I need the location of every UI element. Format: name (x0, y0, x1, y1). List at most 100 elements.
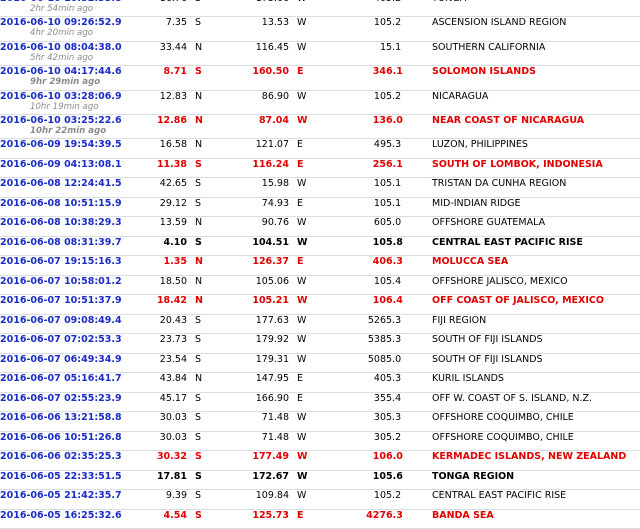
table-row[interactable]: 2016-06-09 19:54:39.5 16.58 N 121.07 E 4… (0, 139, 640, 159)
datetime-cell[interactable]: 2016-06-10 04:17:44.6 9hr 29min ago (0, 65, 131, 91)
table-row[interactable]: 2016-06-10 04:17:44.6 9hr 29min ago 8.71… (0, 65, 640, 91)
datetime-cell[interactable]: 2016-06-07 10:58:01.2 (0, 275, 131, 296)
event-datetime-link[interactable]: 2016-06-06 02:35:25.3 (0, 451, 131, 462)
table-row[interactable]: 2016-06-05 21:42:35.7 9.39 S 109.84 W 10… (0, 489, 640, 510)
table-row[interactable]: 2016-06-05 22:33:51.5 17.81 S 172.67 W 1… (0, 470, 640, 491)
magnitude-value: 5.3 (386, 314, 422, 335)
event-datetime-link[interactable]: 2016-06-05 21:42:35.7 (0, 490, 131, 501)
table-row[interactable]: 2016-06-10 09:26:52.9 4hr 20min ago 7.35… (0, 16, 640, 42)
table-row[interactable]: 2016-06-10 08:04:38.0 5hr 42min ago 33.4… (0, 41, 640, 67)
datetime-cell[interactable]: 2016-06-08 10:38:29.3 (0, 216, 131, 237)
event-datetime-link[interactable]: 2016-06-08 12:24:41.5 (0, 178, 131, 189)
event-datetime-link[interactable]: 2016-06-08 10:38:29.3 (0, 217, 131, 228)
event-datetime-link[interactable]: 2016-06-08 10:51:15.9 (0, 198, 131, 209)
depth-value: 60 (311, 216, 386, 237)
latitude-hemisphere: S (187, 412, 207, 432)
event-datetime-link[interactable]: 2016-06-09 04:13:08.1 (0, 159, 131, 170)
event-datetime-link[interactable]: 2016-06-07 19:15:16.3 (0, 256, 131, 267)
longitude-hemisphere: E (289, 158, 311, 179)
datetime-cell[interactable]: 2016-06-07 05:16:41.7 (0, 372, 131, 393)
table-row[interactable]: 2016-06-07 19:15:16.3 1.35 N 126.37 E 40… (0, 256, 640, 276)
table-row[interactable]: 2016-06-07 09:08:49.4 20.43 S 177.63 W 5… (0, 314, 640, 335)
datetime-cell[interactable]: 2016-06-08 12:24:41.5 (0, 178, 131, 198)
table-row[interactable]: 2016-06-08 08:31:39.7 4.10 S 104.51 W 10… (0, 236, 640, 257)
event-datetime-link[interactable]: 2016-06-07 07:02:53.3 (0, 334, 131, 345)
event-datetime-link[interactable]: 2016-06-06 13:21:58.8 (0, 412, 131, 423)
datetime-cell[interactable]: 2016-06-06 02:35:25.3 (0, 450, 131, 471)
event-datetime-link[interactable]: 2016-06-07 10:51:37.9 (0, 295, 131, 306)
region-name: SOUTH OF FIJI ISLANDS (422, 333, 640, 354)
table-row[interactable]: 2016-06-06 02:35:25.3 30.32 S 177.49 W 1… (0, 450, 640, 471)
region-name: TRISTAN DA CUNHA REGION (422, 178, 640, 198)
datetime-cell[interactable]: 2016-06-05 16:25:32.6 (0, 509, 131, 529)
latitude-hemisphere: S (187, 65, 207, 91)
latitude-hemisphere: S (187, 509, 207, 529)
event-datetime-link[interactable]: 2016-06-07 09:08:49.4 (0, 315, 131, 326)
datetime-cell[interactable]: 2016-06-10 10:52:35.8 2hr 54min ago (0, 0, 131, 18)
datetime-cell[interactable]: 2016-06-09 04:13:08.1 (0, 158, 131, 179)
region-name: SOUTH OF FIJI ISLANDS (422, 353, 640, 374)
event-datetime-link[interactable]: 2016-06-06 10:51:26.8 (0, 432, 131, 443)
latitude-value: 42.65 (131, 178, 187, 198)
magnitude-value: 5.4 (386, 392, 422, 413)
datetime-cell[interactable]: 2016-06-07 06:49:34.9 (0, 353, 131, 374)
table-row[interactable]: 2016-06-06 10:51:26.8 30.03 S 71.48 W 30… (0, 431, 640, 452)
datetime-cell[interactable]: 2016-06-06 10:51:26.8 (0, 431, 131, 452)
datetime-cell[interactable]: 2016-06-05 22:33:51.5 (0, 470, 131, 491)
event-datetime-link[interactable]: 2016-06-10 03:25:22.6 (0, 115, 131, 126)
latitude-value: 30.03 (131, 412, 187, 432)
event-datetime-link[interactable]: 2016-06-05 16:25:32.6 (0, 510, 131, 521)
datetime-cell[interactable]: 2016-06-07 07:02:53.3 (0, 333, 131, 354)
latitude-value: 23.73 (131, 333, 187, 354)
table-row[interactable]: 2016-06-07 06:49:34.9 23.54 S 179.31 W 5… (0, 353, 640, 374)
table-row[interactable]: 2016-06-10 03:28:06.9 10hr 19min ago 12.… (0, 90, 640, 115)
event-datetime-link[interactable]: 2016-06-08 08:31:39.7 (0, 237, 131, 248)
event-datetime-link[interactable]: 2016-06-07 05:16:41.7 (0, 373, 131, 384)
depth-value: 10 (311, 294, 386, 315)
table-row[interactable]: 2016-06-10 10:52:35.8 2hr 54min ago 16.7… (0, 0, 640, 18)
table-row[interactable]: 2016-06-07 07:02:53.3 23.73 S 179.92 W 5… (0, 333, 640, 354)
longitude-value: 71.48 (207, 431, 289, 452)
event-datetime-link[interactable]: 2016-06-07 06:49:34.9 (0, 354, 131, 365)
datetime-cell[interactable]: 2016-06-10 08:04:38.0 5hr 42min ago (0, 41, 131, 67)
longitude-hemisphere: E (289, 139, 311, 159)
datetime-cell[interactable]: 2016-06-08 10:51:15.9 (0, 197, 131, 218)
magnitude-value: 5.0 (386, 216, 422, 237)
event-datetime-link[interactable]: 2016-06-10 09:26:52.9 (0, 17, 131, 28)
event-datetime-link[interactable]: 2016-06-07 10:58:01.2 (0, 276, 131, 287)
table-row[interactable]: 2016-06-07 10:58:01.2 18.50 N 105.06 W 1… (0, 275, 640, 296)
table-row[interactable]: 2016-06-08 12:24:41.5 42.65 S 15.98 W 10… (0, 178, 640, 198)
datetime-cell[interactable]: 2016-06-09 19:54:39.5 (0, 139, 131, 159)
table-row[interactable]: 2016-06-08 10:38:29.3 13.59 N 90.76 W 60… (0, 216, 640, 237)
event-datetime-link[interactable]: 2016-06-09 19:54:39.5 (0, 139, 131, 150)
table-row[interactable]: 2016-06-05 16:25:32.6 4.54 S 125.73 E 42… (0, 509, 640, 529)
datetime-cell[interactable]: 2016-06-06 13:21:58.8 (0, 412, 131, 432)
datetime-cell[interactable]: 2016-06-07 02:55:23.9 (0, 392, 131, 413)
table-row[interactable]: 2016-06-07 05:16:41.7 43.84 N 147.95 E 4… (0, 372, 640, 393)
datetime-cell[interactable]: 2016-06-10 03:25:22.6 10hr 22min ago (0, 114, 131, 140)
table-row[interactable]: 2016-06-07 10:51:37.9 18.42 N 105.21 W 1… (0, 294, 640, 315)
table-row[interactable]: 2016-06-10 03:25:22.6 10hr 22min ago 12.… (0, 114, 640, 140)
latitude-value: 9.39 (131, 489, 187, 510)
datetime-cell[interactable]: 2016-06-10 09:26:52.9 4hr 20min ago (0, 16, 131, 42)
datetime-cell[interactable]: 2016-06-07 09:08:49.4 (0, 314, 131, 335)
event-datetime-link[interactable]: 2016-06-05 22:33:51.5 (0, 471, 131, 482)
time-ago: 5hr 42min ago (30, 52, 94, 63)
datetime-cell[interactable]: 2016-06-08 08:31:39.7 (0, 236, 131, 257)
datetime-cell[interactable]: 2016-06-05 21:42:35.7 (0, 489, 131, 510)
datetime-cell[interactable]: 2016-06-10 03:28:06.9 10hr 19min ago (0, 90, 131, 115)
latitude-value: 18.50 (131, 275, 187, 296)
latitude-value: 30.03 (131, 431, 187, 452)
longitude-hemisphere: W (289, 333, 311, 354)
event-datetime-link[interactable]: 2016-06-10 08:04:38.0 (0, 42, 131, 53)
table-row[interactable]: 2016-06-07 02:55:23.9 45.17 S 166.90 E 3… (0, 392, 640, 413)
event-datetime-link[interactable]: 2016-06-07 02:55:23.9 (0, 393, 131, 404)
event-datetime-link[interactable]: 2016-06-10 04:17:44.6 (0, 66, 131, 77)
datetime-cell[interactable]: 2016-06-07 19:15:16.3 (0, 256, 131, 276)
table-row[interactable]: 2016-06-08 10:51:15.9 29.12 S 74.93 E 10… (0, 197, 640, 218)
table-row[interactable]: 2016-06-09 04:13:08.1 11.38 S 116.24 E 2… (0, 158, 640, 179)
event-datetime-link[interactable]: 2016-06-10 03:28:06.9 (0, 91, 131, 102)
datetime-cell[interactable]: 2016-06-07 10:51:37.9 (0, 294, 131, 315)
table-row[interactable]: 2016-06-06 13:21:58.8 30.03 S 71.48 W 30… (0, 412, 640, 432)
longitude-value: 177.63 (207, 314, 289, 335)
